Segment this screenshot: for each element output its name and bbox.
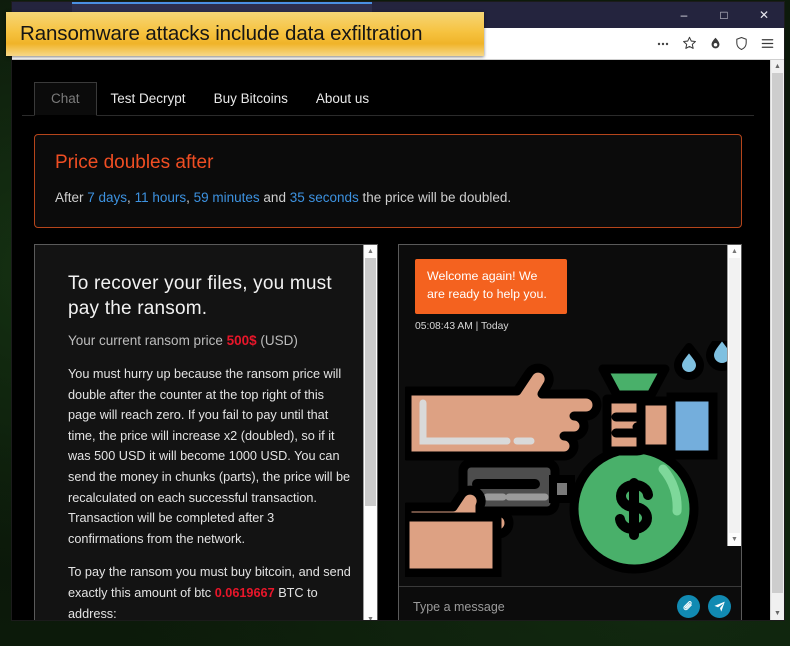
window-controls: – □ ✕ <box>664 2 784 28</box>
page-scroll-up-icon[interactable]: ▲ <box>771 60 784 73</box>
ransom-price-label: Your current ransom price <box>68 333 227 349</box>
countdown-suffix: the price will be doubled. <box>358 190 512 205</box>
page-content: Chat Test Decrypt Buy Bitcoins About us … <box>12 82 770 620</box>
support-chat-panel: Welcome again! We are ready to help you.… <box>398 244 742 620</box>
current-ransom-price: Your current ransom price 500$ (USD) <box>68 333 353 348</box>
ransom-paragraph-1: You must hurry up because the ransom pri… <box>68 364 353 549</box>
shield-icon[interactable] <box>728 31 754 57</box>
page-scrollbar[interactable]: ▲ ▼ <box>770 60 784 620</box>
page-scrollbar-thumb[interactable] <box>772 73 783 593</box>
chat-message-bubble: Welcome again! We are ready to help you. <box>415 259 567 314</box>
bookmark-star-icon[interactable] <box>676 31 702 57</box>
chat-message-input[interactable]: Type a message <box>413 600 669 614</box>
minimize-icon[interactable]: – <box>664 2 704 28</box>
countdown-sep-3: and <box>259 190 290 205</box>
page-viewport: Chat Test Decrypt Buy Bitcoins About us … <box>12 60 784 620</box>
tab-about-us[interactable]: About us <box>302 83 383 115</box>
chat-scrollbar-thumb[interactable] <box>729 258 740 533</box>
price-doubles-title: Price doubles after <box>55 152 214 173</box>
menu-hamburger-icon[interactable] <box>754 31 780 57</box>
countdown-hours: 11 hours <box>134 190 187 205</box>
countdown-sentence: After 7 days, 11 hours, 59 minutes and 3… <box>55 190 721 205</box>
ransom-instructions-panel: To recover your files, you must pay the … <box>34 244 378 620</box>
ransom-paragraph-1b-text: Transaction will be completed after 3 co… <box>68 511 275 546</box>
chat-scroll-up-icon[interactable]: ▲ <box>728 245 741 258</box>
reader-mode-icon[interactable] <box>702 31 728 57</box>
countdown-sep-1: , <box>127 190 135 205</box>
chat-scrollbar[interactable]: ▲ ▼ <box>727 245 741 546</box>
send-paper-plane-icon[interactable] <box>708 595 731 618</box>
countdown-prefix: After <box>55 190 88 205</box>
browser-window: – □ ✕ Chat Test Decrypt Buy Bitcoins Abo… <box>12 2 784 620</box>
countdown-seconds: 35 seconds <box>289 190 359 205</box>
price-doubles-panel: Price doubles after After 7 days, 11 hou… <box>34 134 742 228</box>
paperclip-icon[interactable] <box>677 595 700 618</box>
warning-banner-text: Ransomware attacks include data exfiltra… <box>20 22 423 45</box>
ransom-instructions-body: To recover your files, you must pay the … <box>35 245 377 620</box>
ransom-paragraph-1-text: You must hurry up because the ransom pri… <box>68 367 351 505</box>
ransom-price-amount: 500$ <box>226 333 257 349</box>
page-actions-icon[interactable] <box>650 31 676 57</box>
scroll-up-icon[interactable]: ▲ <box>364 245 377 258</box>
chat-scroll-down-icon[interactable]: ▼ <box>728 533 741 546</box>
tab-test-decrypt[interactable]: Test Decrypt <box>97 83 200 115</box>
btc-amount: 0.0619667 <box>214 585 275 600</box>
money-bag-robbery-illustration <box>405 341 738 577</box>
countdown-sep-2: , <box>186 190 194 205</box>
ransom-panel-scrollbar[interactable]: ▲ ▼ <box>363 245 377 620</box>
chat-input-row: Type a message <box>399 586 741 620</box>
tab-chat[interactable]: Chat <box>34 82 97 116</box>
page-scroll-down-icon[interactable]: ▼ <box>771 607 784 620</box>
chat-message-log: Welcome again! We are ready to help you.… <box>399 245 741 586</box>
chat-message-timestamp: 05:08:43 AM | Today <box>415 320 509 332</box>
tab-buy-bitcoins[interactable]: Buy Bitcoins <box>200 83 302 115</box>
site-tab-navigation: Chat Test Decrypt Buy Bitcoins About us <box>22 82 754 116</box>
countdown-days: 7 days <box>87 190 128 205</box>
ransom-heading: To recover your files, you must pay the … <box>68 273 332 320</box>
content-columns: To recover your files, you must pay the … <box>34 244 742 620</box>
close-icon[interactable]: ✕ <box>744 2 784 28</box>
warning-banner-overlay: Ransomware attacks include data exfiltra… <box>6 12 484 56</box>
ransom-price-currency: (USD) <box>256 333 298 349</box>
ransom-paragraph-2: To pay the ransom you must buy bitcoin, … <box>68 562 353 620</box>
maximize-icon[interactable]: □ <box>704 2 744 28</box>
scroll-down-icon[interactable]: ▼ <box>364 613 377 620</box>
countdown-minutes: 59 minutes <box>193 190 260 205</box>
scrollbar-thumb[interactable] <box>365 258 376 506</box>
